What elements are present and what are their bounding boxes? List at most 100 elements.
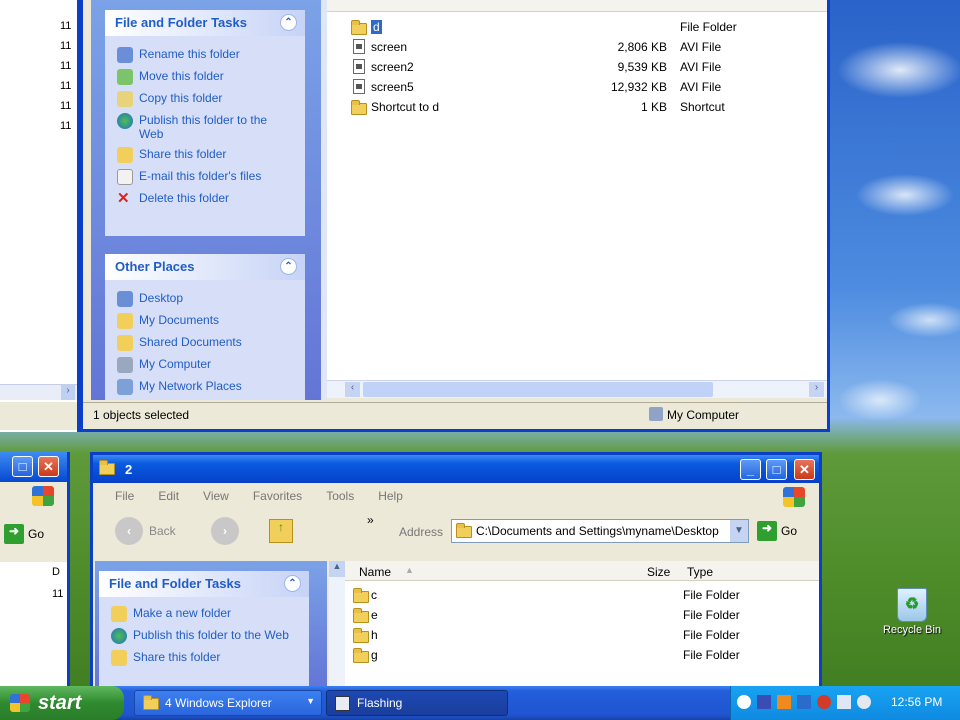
menu-tools[interactable]: Tools [326,489,354,503]
scroll-right-icon[interactable]: › [809,382,824,397]
recycle-bin-label: Recycle Bin [882,624,942,636]
tray-icon-security[interactable] [817,695,831,709]
task-share-folder[interactable]: Share this folder [105,144,305,166]
collapse-icon[interactable]: ⌃ [280,258,297,275]
folder-icon [353,608,369,623]
restore-button[interactable]: □ [12,456,33,477]
close-button[interactable]: ✕ [38,456,59,477]
scroll-up-icon[interactable]: ▲ [329,561,345,577]
address-field[interactable]: C:\Documents and Settings\myname\Desktop… [451,519,749,543]
column-size[interactable]: Size [647,565,670,579]
tray-icon-volume[interactable] [837,695,851,709]
scroll-right-icon[interactable]: › [61,385,75,400]
place-shared-documents[interactable]: Shared Documents [105,332,305,354]
file-row[interactable]: c File Folder [345,585,819,605]
close-button[interactable]: ✕ [794,459,815,480]
column-header-row[interactable] [327,0,827,12]
start-label: start [38,691,82,714]
system-tray: 12:56 PM [730,686,960,720]
up-folder-icon[interactable]: ↑ [269,519,293,543]
file-row[interactable]: screen 2,806 KB AVI File [327,37,827,57]
file-row[interactable]: g File Folder [345,645,819,665]
recycle-bin-icon: ♻ [897,588,927,622]
tray-icon-app[interactable] [757,695,771,709]
menu-favorites[interactable]: Favorites [253,489,302,503]
collapse-icon[interactable]: ⌃ [284,575,301,592]
top-explorer-window[interactable]: File and Folder Tasks ⌃ Rename this fold… [80,0,830,432]
dropdown-icon[interactable]: ▼ [730,520,748,542]
bottom-explorer-window[interactable]: 2 _ □ ✕ File Edit View Favorites Tools H… [90,452,822,689]
horizontal-scrollbar[interactable]: ‹ › [327,380,827,398]
menu-help[interactable]: Help [378,489,403,503]
scroll-left-icon[interactable]: ‹ [345,382,360,397]
task-label: Copy this folder [139,91,223,105]
task-pane-scrollbar[interactable]: ▲ [329,561,345,689]
left-explorer-window[interactable]: 11 11 11 11 11 11 › [0,0,80,432]
panel-header[interactable]: File and Folder Tasks ⌃ [99,571,309,597]
collapse-icon[interactable]: ⌃ [280,14,297,31]
computer-icon [117,357,133,373]
file-row[interactable]: d File Folder [327,17,827,37]
size-cell: 11 [60,100,72,112]
task-copy-folder[interactable]: Copy this folder [105,88,305,110]
toolbar: ‹ Back › ↑ » Address C:\Documents and Se… [93,511,819,551]
file-row[interactable]: screen2 9,539 KB AVI File [327,57,827,77]
task-delete-folder[interactable]: ✕ Delete this folder [105,188,305,210]
file-row[interactable]: screen5 12,932 KB AVI File [327,77,827,97]
task-publish-folder[interactable]: Publish this folder to the Web [99,625,309,647]
tray-icon-arrow[interactable] [737,695,751,709]
tray-icon-network[interactable] [797,695,811,709]
horizontal-scrollbar[interactable]: › [0,384,77,400]
task-share-folder[interactable]: Share this folder [99,647,309,669]
tray-icon-help[interactable] [857,695,871,709]
clock[interactable]: 12:56 PM [891,695,942,709]
panel-header[interactable]: Other Places ⌃ [105,254,305,280]
tray-icon-media[interactable] [777,695,791,709]
taskbar-button-explorer[interactable]: 4 Windows Explorer ▼ [134,690,322,716]
globe-icon [111,628,127,644]
task-label: E-mail this folder's files [139,169,262,183]
titlebar[interactable]: 2 _ □ ✕ [93,455,819,483]
scroll-thumb[interactable] [363,382,713,397]
menu-edit[interactable]: Edit [158,489,179,503]
file-row[interactable]: h File Folder [345,625,819,645]
go-button[interactable]: ➜ Go [757,521,797,541]
go-button[interactable]: ➜ Go [4,524,44,544]
column-header[interactable]: D [52,566,60,578]
column-type[interactable]: Type [687,565,713,579]
task-publish-folder[interactable]: Publish this folder to the Web [105,110,305,144]
place-my-computer[interactable]: My Computer [105,354,305,376]
share-icon [111,650,127,666]
menu-file[interactable]: File [115,489,134,503]
toolbar-chevron[interactable]: » [367,513,374,527]
forward-button[interactable]: › [211,517,239,545]
folder-icon [143,695,159,710]
task-pane: File and Folder Tasks ⌃ Rename this fold… [91,0,321,400]
panel-header[interactable]: File and Folder Tasks ⌃ [105,10,305,36]
start-button[interactable]: start [0,686,124,720]
taskbar-button-flashing[interactable]: Flashing [326,690,508,716]
file-type: File Folder [683,588,740,602]
back-button[interactable]: ‹ Back [115,517,176,545]
folder-icon [351,20,367,35]
task-make-new-folder[interactable]: Make a new folder [99,603,309,625]
recycle-bin[interactable]: ♻ Recycle Bin [872,588,952,636]
column-header-row[interactable]: Name ▲ Size Type [345,561,819,581]
column-name[interactable]: Name [359,565,391,579]
menu-view[interactable]: View [203,489,229,503]
minimize-button[interactable]: _ [740,459,761,480]
left-lower-window[interactable]: □ ✕ ➜ Go D 11 [0,452,70,686]
place-desktop[interactable]: Desktop [105,288,305,310]
task-rename-folder[interactable]: Rename this folder [105,44,305,66]
group-dropdown-icon: ▼ [306,696,315,706]
titlebar[interactable]: □ ✕ [0,452,67,482]
place-network[interactable]: My Network Places [105,376,305,398]
task-email-files[interactable]: E-mail this folder's files [105,166,305,188]
file-row[interactable]: Shortcut to d 1 KB Shortcut [327,97,827,117]
avi-file-icon [353,79,365,94]
move-icon [117,69,133,85]
place-my-documents[interactable]: My Documents [105,310,305,332]
task-move-folder[interactable]: Move this folder [105,66,305,88]
file-row[interactable]: e File Folder [345,605,819,625]
maximize-button[interactable]: □ [766,459,787,480]
